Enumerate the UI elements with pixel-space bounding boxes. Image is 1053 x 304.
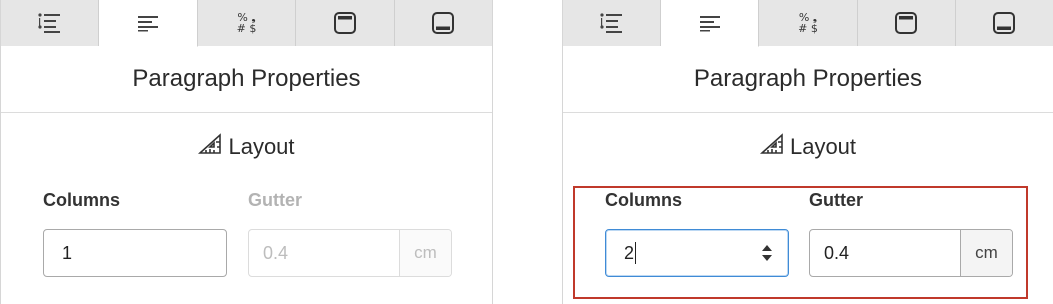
- header-layout-icon: [894, 11, 918, 35]
- tab-special-characters[interactable]: % ❟ # $: [197, 0, 297, 46]
- panel-title: Paragraph Properties: [1, 46, 492, 113]
- list-outline-icon: [599, 12, 625, 34]
- layout-ruler-icon: [759, 132, 790, 162]
- tab-header[interactable]: [857, 0, 956, 46]
- tab-list-outline[interactable]: [1, 0, 100, 46]
- gutter-input: 0.4: [249, 230, 399, 276]
- footer-layout-icon: [431, 11, 455, 35]
- header-layout-icon: [333, 11, 357, 35]
- highlight-annotation-box: [573, 186, 1028, 299]
- tab-footer[interactable]: [955, 0, 1053, 46]
- tab-header[interactable]: [296, 0, 395, 46]
- gutter-input-value: 0.4: [263, 242, 289, 263]
- tab-footer[interactable]: [394, 0, 493, 46]
- paragraph-align-icon: [698, 13, 722, 33]
- special-characters-icon: % ❟ # $: [798, 12, 818, 34]
- gutter-input-group: 0.4 cm: [248, 229, 452, 277]
- special-characters-icon: % ❟ # $: [237, 12, 257, 34]
- tab-paragraph[interactable]: [99, 0, 198, 47]
- layout-section-label: Layout: [228, 134, 295, 159]
- columns-input[interactable]: 1: [43, 229, 227, 277]
- panel-title: Paragraph Properties: [563, 46, 1053, 113]
- sidebar-tab-bar: % ❟ # $: [563, 0, 1053, 47]
- layout-section-header: Layout: [563, 132, 1053, 162]
- paragraph-align-icon: [136, 13, 160, 33]
- layout-ruler-icon: [198, 132, 228, 162]
- columns-label: Columns: [43, 190, 121, 210]
- list-outline-icon: [37, 12, 63, 34]
- tab-special-characters[interactable]: % ❟ # $: [759, 0, 858, 46]
- gutter-unit: cm: [399, 230, 451, 276]
- sidebar-tab-bar: % ❟ # $: [1, 0, 493, 47]
- layout-section-header: Layout: [1, 132, 492, 162]
- gutter-label: Gutter: [248, 190, 302, 210]
- tab-list-outline[interactable]: [563, 0, 662, 46]
- columns-input-value: 1: [62, 242, 73, 263]
- special-chars-bottom: # $: [798, 22, 818, 35]
- special-chars-bottom: # $: [236, 22, 257, 35]
- paragraph-properties-panel-before: % ❟ # $ Paragraph Properties Layout Colu…: [0, 0, 493, 304]
- layout-section-label: Layout: [789, 134, 857, 159]
- tab-paragraph[interactable]: [661, 0, 760, 47]
- footer-layout-icon: [992, 11, 1016, 35]
